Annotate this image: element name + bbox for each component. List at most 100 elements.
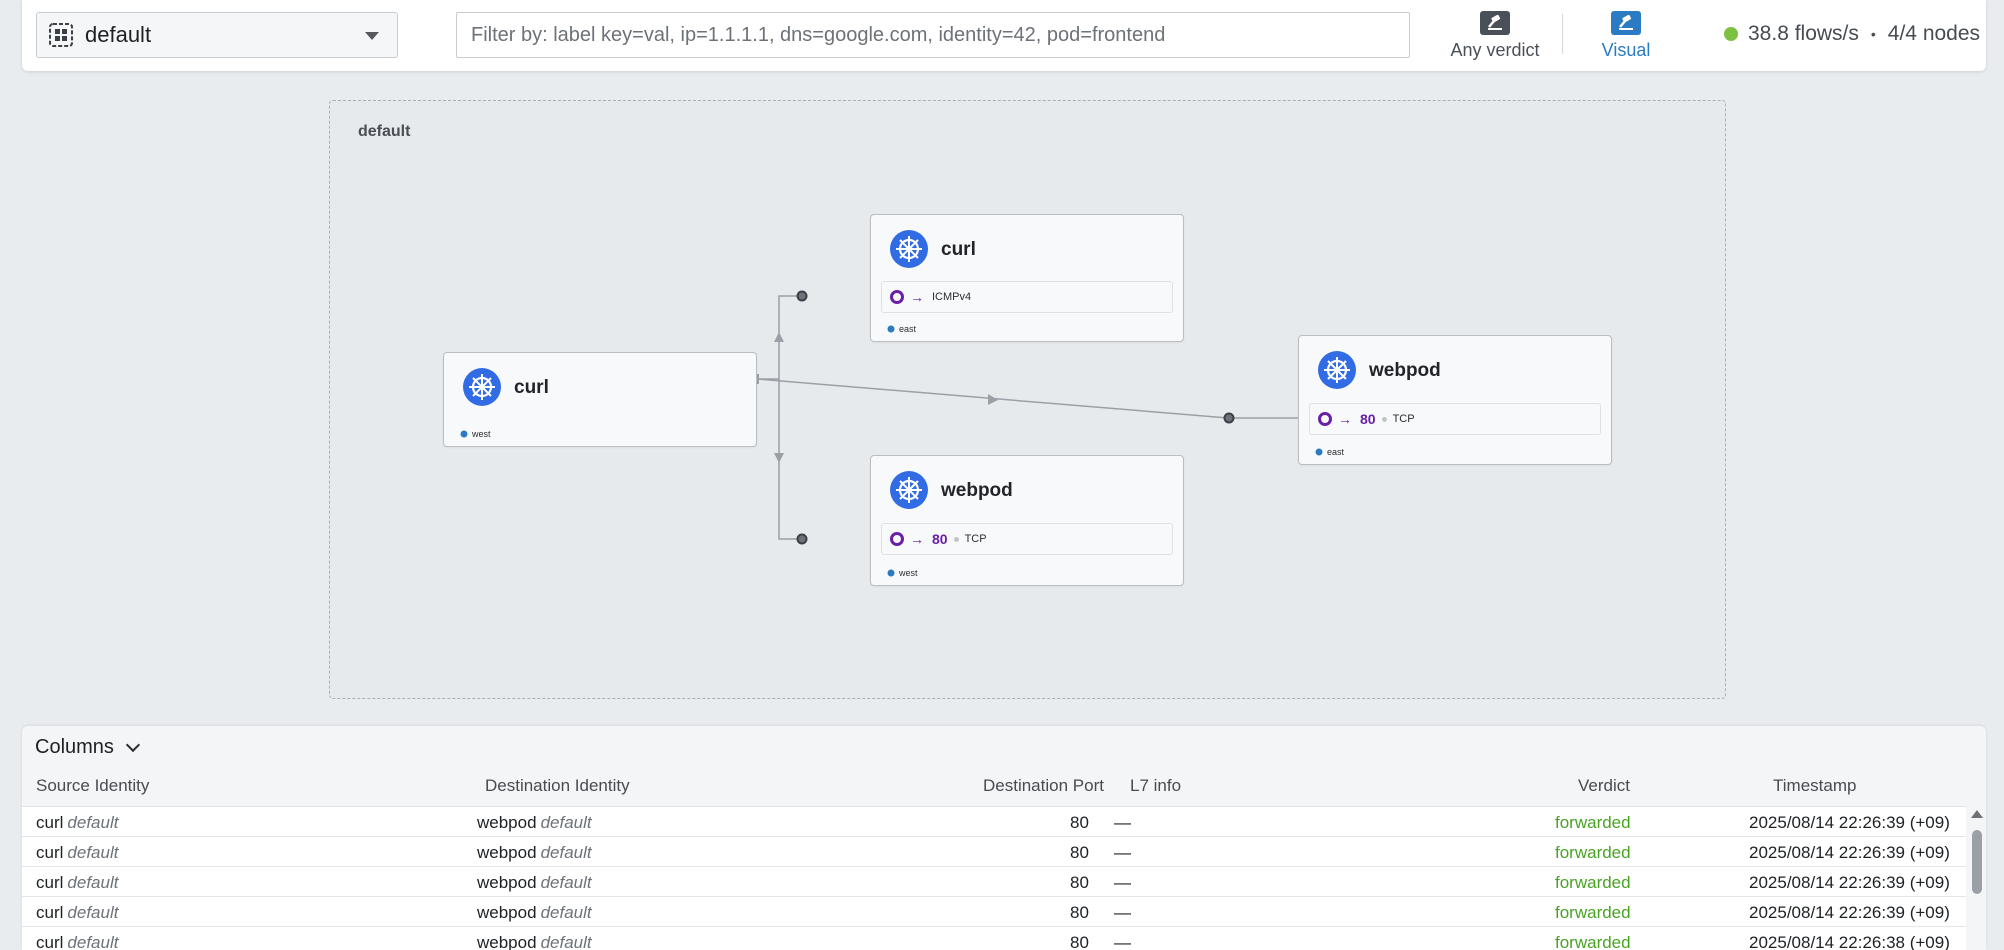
timestamp-cell: 2025/08/14 22:26:39 (+09) <box>1749 843 1950 862</box>
header-destination-identity[interactable]: Destination Identity <box>485 776 630 796</box>
flows-panel: Columns Source Identity Destination Iden… <box>22 726 1986 950</box>
source-name: curl <box>36 843 64 862</box>
toolbar-divider <box>1562 14 1563 54</box>
table-row[interactable]: curl default webpod default 80 — forwarded… <box>22 806 1966 836</box>
table-scrollbar[interactable] <box>1968 806 1986 950</box>
cluster-label: west <box>460 429 491 439</box>
source-identity-cell: curl default <box>36 813 118 833</box>
visual-icon <box>1611 11 1641 35</box>
destination-name: webpod <box>477 903 537 922</box>
namespace-select[interactable]: default <box>36 12 398 58</box>
destination-identity-cell: webpod default <box>477 843 592 863</box>
verdict-filter-label: Any verdict <box>1450 40 1540 60</box>
endpoint-ring-icon <box>1318 412 1332 426</box>
namespace-icon <box>49 23 73 47</box>
protocol-label: TCP <box>964 533 987 545</box>
columns-toggle-label: Columns <box>35 736 114 758</box>
source-identity-cell: curl default <box>36 903 118 923</box>
l7-info-cell: — <box>1114 933 1131 950</box>
l7-info-cell: — <box>1114 873 1131 892</box>
service-card-title: webpod <box>941 480 1013 501</box>
endpoint-ring-icon <box>890 290 904 304</box>
table-row[interactable]: curl default webpod default 80 — forwarded… <box>22 866 1966 896</box>
destination-name: webpod <box>477 873 537 892</box>
timestamp-cell: 2025/08/14 22:26:39 (+09) <box>1749 813 1950 832</box>
protocol-label: ICMPv4 <box>932 291 972 303</box>
service-card-title: curl <box>941 239 976 260</box>
kubernetes-icon <box>890 230 928 268</box>
destination-namespace: default <box>540 843 592 862</box>
source-namespace: default <box>67 813 119 832</box>
cluster-icon <box>460 430 468 438</box>
cluster-name: west <box>899 568 918 578</box>
source-identity-cell: curl default <box>36 933 118 950</box>
header-l7-info[interactable]: L7 info <box>1130 776 1181 796</box>
port-number: 80 <box>1360 411 1376 427</box>
separator-dot <box>1381 416 1387 422</box>
cluster-icon <box>887 325 895 333</box>
chevron-down-icon <box>365 32 379 40</box>
header-verdict[interactable]: Verdict <box>1578 776 1630 796</box>
cluster-name: west <box>472 429 491 439</box>
source-name: curl <box>36 813 64 832</box>
service-card-curl-east[interactable]: curl → ICMPv4 east <box>870 214 1184 342</box>
port-number: 80 <box>932 531 948 547</box>
status-separator: • <box>1870 26 1876 42</box>
l7-info-cell: — <box>1114 903 1131 922</box>
scroll-up-icon[interactable] <box>1971 810 1983 818</box>
l7-info-cell: — <box>1114 813 1131 832</box>
cluster-name: east <box>1327 447 1345 457</box>
table-row[interactable]: curl default webpod default 80 — forwarded… <box>22 926 1966 950</box>
service-card-curl-west[interactable]: curl west <box>443 352 757 447</box>
destination-name: webpod <box>477 933 537 950</box>
flows-rate: 38.8 flows/s <box>1748 22 1859 45</box>
cluster-icon <box>887 569 895 577</box>
visual-view-button[interactable]: Visual <box>1586 8 1666 64</box>
status-dot-icon <box>1724 27 1738 41</box>
kubernetes-icon <box>890 471 928 509</box>
source-namespace: default <box>67 843 119 862</box>
header-destination-port[interactable]: Destination Port <box>983 776 1104 796</box>
destination-identity-cell: webpod default <box>477 903 592 923</box>
arrow-right-icon: → <box>910 289 924 305</box>
gavel-icon <box>1480 11 1510 35</box>
namespace-box-title: default <box>358 123 411 140</box>
destination-name: webpod <box>477 843 537 862</box>
filter-input[interactable] <box>456 12 1410 58</box>
columns-toggle-button[interactable]: Columns <box>35 736 140 759</box>
destination-namespace: default <box>540 873 592 892</box>
source-namespace: default <box>67 903 119 922</box>
verdict-filter-button[interactable]: Any verdict <box>1440 8 1550 64</box>
separator-dot <box>953 536 959 542</box>
scrollbar-thumb[interactable] <box>1972 830 1982 894</box>
source-name: curl <box>36 933 64 950</box>
port-row[interactable]: → 80 TCP <box>881 523 1173 555</box>
kubernetes-icon <box>463 368 501 406</box>
service-card-title: webpod <box>1369 360 1441 381</box>
cluster-icon <box>1315 448 1323 456</box>
table-row[interactable]: curl default webpod default 80 — forwarded… <box>22 896 1966 926</box>
header-timestamp[interactable]: Timestamp <box>1773 776 1856 796</box>
source-namespace: default <box>67 873 119 892</box>
destination-name: webpod <box>477 813 537 832</box>
verdict-cell: forwarded <box>1555 843 1631 862</box>
service-card-webpod-west[interactable]: webpod → 80 TCP west <box>870 455 1184 586</box>
timestamp-cell: 2025/08/14 22:26:39 (+09) <box>1749 873 1950 892</box>
kubernetes-icon <box>1318 351 1356 389</box>
destination-identity-cell: webpod default <box>477 873 592 893</box>
destination-port-cell: 80 <box>1070 873 1089 892</box>
port-row[interactable]: → 80 TCP <box>1309 403 1601 435</box>
port-row[interactable]: → ICMPv4 <box>881 281 1173 313</box>
cluster-label: east <box>887 324 916 334</box>
namespace-select-value: default <box>85 22 152 47</box>
flows-table-header: Source Identity Destination Identity Des… <box>22 776 1966 806</box>
destination-identity-cell: webpod default <box>477 813 592 833</box>
cluster-label: west <box>887 568 918 578</box>
source-identity-cell: curl default <box>36 843 118 863</box>
top-bar: default Any verdict Visual 38.8 flows/s … <box>22 0 1986 71</box>
header-source-identity[interactable]: Source Identity <box>36 776 149 796</box>
table-row[interactable]: curl default webpod default 80 — forwarded… <box>22 836 1966 866</box>
destination-namespace: default <box>540 903 592 922</box>
service-card-webpod-east[interactable]: webpod → 80 TCP east <box>1298 335 1612 465</box>
visual-view-label: Visual <box>1601 40 1651 60</box>
